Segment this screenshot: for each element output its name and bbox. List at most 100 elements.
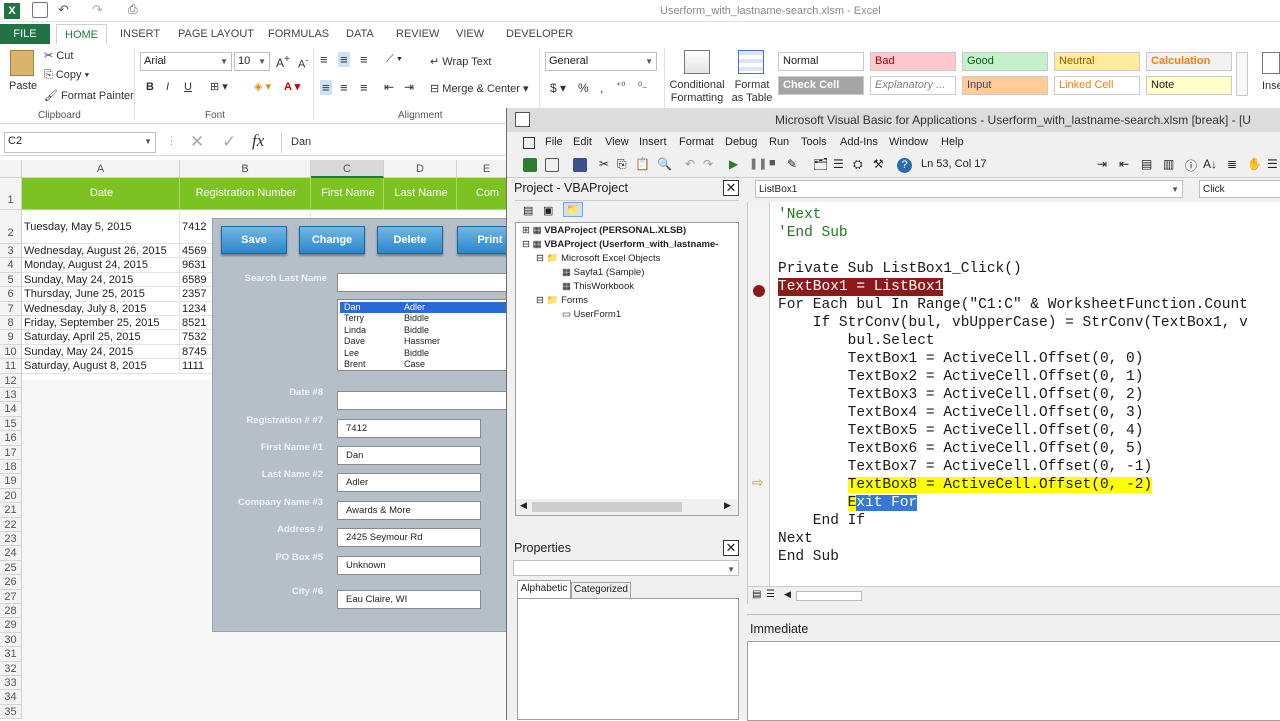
menu-run[interactable]: Run xyxy=(769,136,789,148)
format-painter-button[interactable]: 🖌 Format Painter xyxy=(44,89,134,102)
merge-center-button[interactable]: ⊟ Merge & Center ▾ xyxy=(430,82,529,95)
project-tree[interactable]: ⊞ ▦ VBAProject (PERSONAL.XLSB) ⊟ ▦ VBAPr… xyxy=(515,222,739,516)
grow-font-icon[interactable]: A+ xyxy=(276,54,290,70)
tab-view[interactable]: VIEW xyxy=(448,24,492,44)
row-header[interactable]: 13 xyxy=(0,388,22,403)
field-input[interactable]: Eau Claire, WI xyxy=(337,590,481,609)
date-cell[interactable]: Saturday, April 25, 2015 xyxy=(22,330,180,345)
tab-developer[interactable]: DEVELOPER xyxy=(498,24,581,44)
insert-cells-icon[interactable] xyxy=(1262,52,1280,74)
row-header[interactable]: 29 xyxy=(0,618,22,633)
menu-help[interactable]: Help xyxy=(941,136,964,148)
row-header[interactable]: 18 xyxy=(0,460,22,475)
tree-node-forms[interactable]: ⊟ 📁 Forms xyxy=(536,295,588,306)
scroll-left-icon[interactable]: ◀ xyxy=(520,500,527,511)
quick-info-icon[interactable]: ⓘ xyxy=(1185,157,1197,174)
project-hscrollbar[interactable]: ◀ ▶ xyxy=(516,499,738,515)
view-object-icon[interactable]: ▣ xyxy=(543,204,553,217)
list-item[interactable]: Lee Biddle xyxy=(340,348,508,359)
code-line[interactable]: TextBox1 = ListBox1 xyxy=(778,278,944,296)
project-explorer-icon[interactable]: 🗂 xyxy=(813,157,828,171)
row-header[interactable]: 6 xyxy=(0,287,22,302)
code-line[interactable]: End Sub xyxy=(778,548,839,566)
tab-data[interactable]: DATA xyxy=(338,24,382,44)
insert-userform-icon[interactable] xyxy=(545,158,559,172)
format-as-table-button[interactable]: Format as Table xyxy=(728,79,776,105)
properties-grid[interactable] xyxy=(517,598,739,720)
field-input[interactable]: Unknown xyxy=(337,556,481,575)
properties-object-select[interactable]: ▼ xyxy=(513,560,739,576)
font-color-icon[interactable]: A ▾ xyxy=(284,80,300,93)
row-header[interactable]: 32 xyxy=(0,661,22,676)
code-line[interactable]: TextBox2 = ActiveCell.Offset(0, 1) xyxy=(778,368,1144,386)
save-icon[interactable] xyxy=(32,2,48,18)
style-neutral[interactable]: Neutral xyxy=(1054,52,1140,71)
style-bad[interactable]: Bad xyxy=(870,52,956,71)
name-box[interactable]: C2 ▼ xyxy=(4,132,156,153)
field-input[interactable]: Awards & More xyxy=(337,501,481,520)
fill-color-icon[interactable]: ◈ ▾ xyxy=(254,80,271,93)
row-header[interactable]: 9 xyxy=(0,330,22,345)
scroll-left-icon[interactable]: ◀ xyxy=(784,589,791,600)
number-format-select[interactable]: General ▼ xyxy=(545,52,657,71)
code-line[interactable]: Next xyxy=(778,530,813,548)
scroll-thumb[interactable] xyxy=(532,502,682,512)
code-margin[interactable] xyxy=(748,202,770,586)
row-header[interactable]: 22 xyxy=(0,517,22,532)
view-code-icon[interactable]: ▤ xyxy=(523,204,533,217)
code-line[interactable]: TextBox5 = ActiveCell.Offset(0, 4) xyxy=(778,422,1144,440)
date-cell[interactable]: Sunday, May 24, 2015 xyxy=(22,272,180,288)
full-module-view-icon[interactable]: ☰ xyxy=(766,589,775,600)
save-button[interactable]: Save xyxy=(221,226,287,254)
align-left-icon[interactable]: ≡ xyxy=(320,80,332,95)
scroll-thumb[interactable] xyxy=(796,591,862,601)
row-header[interactable]: 16 xyxy=(0,431,22,446)
row-header[interactable]: 20 xyxy=(0,488,22,504)
row-header[interactable]: 5 xyxy=(0,272,22,288)
row-header[interactable]: 25 xyxy=(0,560,22,576)
style-check-cell[interactable]: Check Cell xyxy=(778,76,864,95)
row-header[interactable]: 1 xyxy=(0,178,22,210)
row-header[interactable]: 10 xyxy=(0,344,22,360)
tab-formulas[interactable]: FORMULAS xyxy=(260,24,337,44)
insert-cells-button[interactable]: Inse xyxy=(1262,80,1280,92)
delete-button[interactable]: Delete xyxy=(377,226,443,254)
tab-insert[interactable]: INSERT xyxy=(112,24,168,44)
underline-icon[interactable]: U xyxy=(184,81,192,93)
code-line[interactable]: For Each bul In Range("C1:C" & Worksheet… xyxy=(778,296,1248,314)
redo-icon[interactable]: ↷ xyxy=(703,157,713,171)
date-cell[interactable]: Wednesday, July 8, 2015 xyxy=(22,301,180,316)
enter-icon[interactable]: ✓ xyxy=(222,132,236,152)
list-item[interactable]: Dave Hassmer xyxy=(340,336,508,347)
date-cell[interactable]: Friday, September 25, 2015 xyxy=(22,316,180,331)
copy-icon[interactable]: ⎘ xyxy=(617,157,627,172)
code-line[interactable]: TextBox1 = ActiveCell.Offset(0, 0) xyxy=(778,350,1144,368)
code-line[interactable]: TextBox8 = ActiveCell.Offset(0, -2) xyxy=(778,476,1153,494)
break-icon[interactable]: ❚❚ xyxy=(749,157,767,170)
style-good[interactable]: Good xyxy=(962,52,1048,71)
row-header[interactable]: 11 xyxy=(0,359,22,374)
row-header[interactable]: 35 xyxy=(0,704,22,720)
row-header[interactable]: 21 xyxy=(0,503,22,518)
list-item[interactable]: Brent Case xyxy=(340,359,508,370)
tree-node-thisworkbook[interactable]: ▦ ThisWorkbook xyxy=(562,281,634,292)
tree-node-sheet[interactable]: ▦ Sayfa1 (Sample) xyxy=(562,267,644,278)
tree-node-personal[interactable]: ⊞ ▦ VBAProject (PERSONAL.XLSB) xyxy=(522,225,686,236)
code-line[interactable]: TextBox4 = ActiveCell.Offset(0, 3) xyxy=(778,404,1144,422)
menu-insert[interactable]: Insert xyxy=(639,136,667,148)
row-header[interactable]: 24 xyxy=(0,546,22,561)
scroll-right-icon[interactable]: ▶ xyxy=(724,500,731,511)
tab-file[interactable]: FILE xyxy=(0,24,50,44)
row-header[interactable]: 27 xyxy=(0,589,22,604)
search-last-name-input[interactable] xyxy=(337,273,511,292)
menu-format[interactable]: Format xyxy=(679,136,714,148)
currency-icon[interactable]: $ ▾ xyxy=(550,81,566,95)
field-input[interactable]: Adler xyxy=(337,473,481,492)
align-right-icon[interactable]: ≡ xyxy=(360,80,368,95)
menu-window[interactable]: Window xyxy=(889,136,928,148)
change-button[interactable]: Change xyxy=(299,226,365,254)
menu-view[interactable]: View xyxy=(605,136,629,148)
increase-indent-icon[interactable]: ⇥ xyxy=(404,80,414,94)
column-header-a[interactable]: A xyxy=(22,160,180,178)
row-header[interactable]: 19 xyxy=(0,474,22,489)
